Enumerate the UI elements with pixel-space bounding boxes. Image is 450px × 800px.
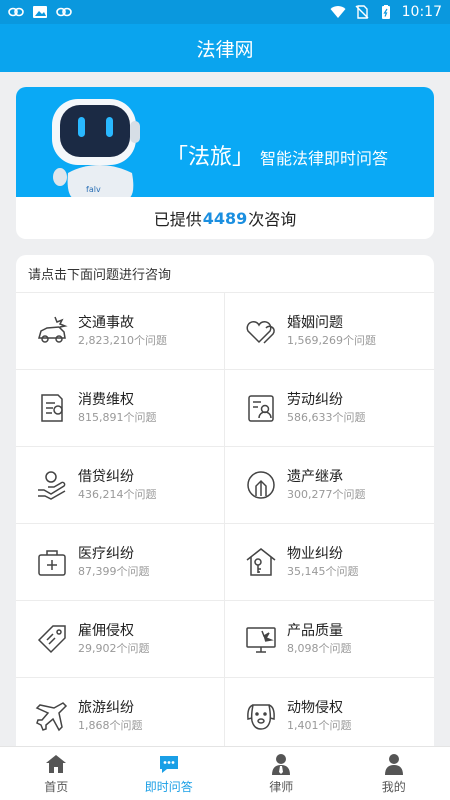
nav-profile[interactable]: 我的 <box>338 747 450 800</box>
dog-icon <box>243 698 279 734</box>
consult-card: 请点击下面问题进行咨询 交通事故 2,823,210个问题 婚姻问题 1,569… <box>16 255 434 755</box>
link-icon <box>56 5 72 19</box>
category-medical-dispute[interactable]: 医疗纠纷 87,399个问题 <box>16 524 225 601</box>
category-property-dispute[interactable]: 物业纠纷 35,145个问题 <box>225 524 434 601</box>
nav-instant-qa[interactable]: 即时问答 <box>113 747 226 800</box>
category-count: 29,902个问题 <box>78 641 150 655</box>
category-employment-tort[interactable]: 雇佣侵权 29,902个问题 <box>16 601 225 678</box>
category-grid: 交通事故 2,823,210个问题 婚姻问题 1,569,269个问题 消费维权… <box>16 293 434 755</box>
category-name: 动物侵权 <box>287 699 343 716</box>
lawyer-icon <box>272 754 291 775</box>
category-name: 婚姻问题 <box>287 314 343 331</box>
banner-brand: 「法旅」 <box>166 145 255 170</box>
category-name: 遗产继承 <box>287 468 343 485</box>
home-icon <box>46 755 67 773</box>
banner-slogan: 智能法律即时问答 <box>260 149 389 168</box>
hearts-icon <box>243 313 279 349</box>
profile-icon <box>384 754 403 775</box>
category-count: 436,214个问题 <box>78 487 157 501</box>
category-name: 借贷纠纷 <box>78 468 134 485</box>
category-name: 旅游纠纷 <box>78 699 134 716</box>
nav-label: 即时问答 <box>144 780 193 794</box>
app-header: 法律网 <box>0 24 450 72</box>
house-key-icon <box>243 544 279 580</box>
nav-label: 首页 <box>44 780 69 794</box>
category-count: 35,145个问题 <box>287 564 359 578</box>
receipt-icon <box>34 390 70 426</box>
link-icon <box>8 5 24 19</box>
nav-label: 我的 <box>381 780 406 794</box>
medical-kit-icon <box>34 544 70 580</box>
category-count: 815,891个问题 <box>78 410 157 424</box>
consult-title: 请点击下面问题进行咨询 <box>16 255 434 293</box>
category-loan-dispute[interactable]: 借贷纠纷 436,214个问题 <box>16 447 225 524</box>
category-name: 物业纠纷 <box>287 545 343 562</box>
chat-icon <box>159 756 178 773</box>
consult-stats: 已提供 4489 次咨询 <box>16 197 434 239</box>
category-count: 1,401个问题 <box>287 718 352 732</box>
category-name: 劳动纠纷 <box>287 391 343 408</box>
category-traffic-accident[interactable]: 交通事故 2,823,210个问题 <box>16 293 225 370</box>
category-name: 交通事故 <box>78 314 134 331</box>
category-marriage[interactable]: 婚姻问题 1,569,269个问题 <box>225 293 434 370</box>
stats-prefix: 已提供 <box>153 210 202 229</box>
category-count: 2,823,210个问题 <box>78 333 167 347</box>
category-product-quality[interactable]: 产品质量 8,098个问题 <box>225 601 434 678</box>
banner-card[interactable]: falv 「法旅」 智能法律即时问答 已提供 4489 次咨询 <box>16 87 434 239</box>
battery-icon <box>378 5 394 19</box>
inheritance-icon <box>243 467 279 503</box>
category-inheritance[interactable]: 遗产继承 300,277个问题 <box>225 447 434 524</box>
tag-icon <box>34 621 70 657</box>
category-labor-dispute[interactable]: 劳动纠纷 586,633个问题 <box>225 370 434 447</box>
nav-home[interactable]: 首页 <box>0 747 113 800</box>
id-card-icon <box>243 390 279 426</box>
car-accident-icon <box>34 313 70 349</box>
stats-count: 4489 <box>202 208 248 228</box>
image-icon <box>32 5 48 19</box>
category-consumer-rights[interactable]: 消费维权 815,891个问题 <box>16 370 225 447</box>
category-travel-dispute[interactable]: 旅游纠纷 1,868个问题 <box>16 678 225 755</box>
status-time: 10:17 <box>401 4 442 20</box>
page-title: 法律网 <box>196 38 254 61</box>
stats-suffix: 次咨询 <box>248 210 297 229</box>
airplane-icon <box>34 698 70 734</box>
category-count: 300,277个问题 <box>287 487 366 501</box>
category-count: 87,399个问题 <box>78 564 150 578</box>
category-animal-tort[interactable]: 动物侵权 1,401个问题 <box>225 678 434 755</box>
robot-tag: falv <box>86 185 101 194</box>
loan-hand-icon <box>34 467 70 503</box>
category-count: 1,569,269个问题 <box>287 333 376 347</box>
category-name: 雇佣侵权 <box>78 622 134 639</box>
category-count: 586,633个问题 <box>287 410 366 424</box>
status-bar: 10:17 <box>0 0 450 24</box>
category-name: 医疗纠纷 <box>78 545 134 562</box>
broken-monitor-icon <box>243 621 279 657</box>
robot-mascot-icon: falv <box>46 95 156 199</box>
nav-label: 律师 <box>269 780 294 794</box>
bottom-nav: 首页 即时问答 律师 我的 <box>0 746 450 800</box>
no-sim-icon <box>354 5 370 19</box>
category-name: 产品质量 <box>287 622 343 639</box>
wifi-icon <box>330 5 346 19</box>
category-count: 1,868个问题 <box>78 718 143 732</box>
banner[interactable]: falv 「法旅」 智能法律即时问答 <box>16 87 434 199</box>
category-name: 消费维权 <box>78 391 134 408</box>
category-count: 8,098个问题 <box>287 641 352 655</box>
nav-lawyer[interactable]: 律师 <box>225 747 338 800</box>
